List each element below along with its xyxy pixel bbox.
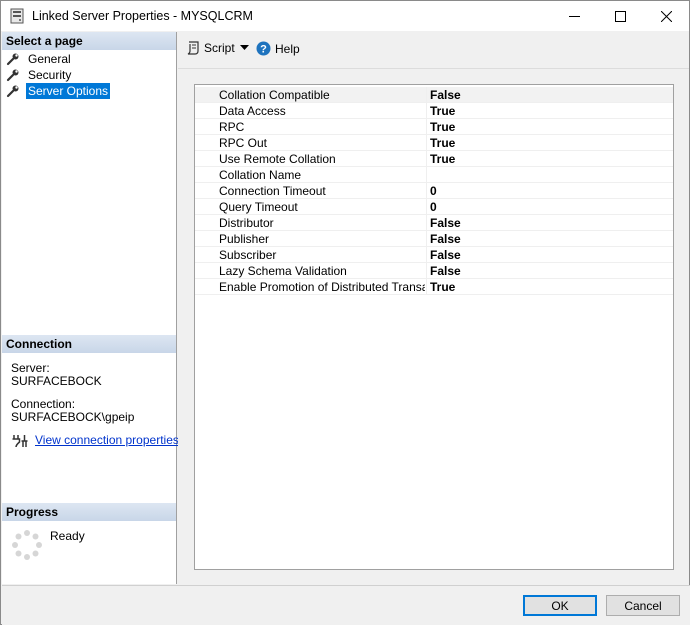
property-name: Publisher xyxy=(219,232,270,246)
property-value: True xyxy=(430,104,456,118)
property-name: Use Remote Collation xyxy=(219,152,336,166)
property-row-use-remote-collation[interactable]: Use Remote Collation True xyxy=(195,151,673,167)
property-grid: Collation Compatible False Data Access T… xyxy=(194,84,674,570)
property-value: False xyxy=(430,216,461,230)
property-value: True xyxy=(430,152,456,166)
column-divider xyxy=(426,87,427,103)
column-divider xyxy=(426,263,427,279)
property-value: True xyxy=(430,280,456,294)
property-name: RPC xyxy=(219,120,245,134)
column-divider xyxy=(426,279,427,295)
column-divider xyxy=(426,151,427,167)
property-value: False xyxy=(430,88,461,102)
title-bar: Linked Server Properties - MYSQLCRM xyxy=(1,1,689,31)
sidebar-item-label: General xyxy=(28,52,71,66)
property-value: True xyxy=(430,120,456,134)
property-value: False xyxy=(430,232,461,246)
property-name: Data Access xyxy=(219,104,286,118)
property-row-collation-compatible[interactable]: Collation Compatible False xyxy=(195,87,673,103)
left-panel: Select a page General Security Server Op… xyxy=(2,32,179,584)
column-divider xyxy=(426,231,427,247)
script-icon xyxy=(187,41,199,55)
column-divider xyxy=(426,135,427,151)
chevron-down-icon xyxy=(240,45,249,50)
wrench-icon xyxy=(6,85,19,98)
property-name: Subscriber xyxy=(219,248,277,262)
progress-header: Progress xyxy=(2,503,176,521)
ok-button[interactable]: OK xyxy=(523,595,597,616)
wrench-icon xyxy=(6,69,19,82)
column-divider xyxy=(426,215,427,231)
property-name: Collation Name xyxy=(219,168,302,182)
minimize-icon xyxy=(568,15,580,17)
maximize-icon xyxy=(614,10,626,22)
column-divider xyxy=(426,167,427,183)
script-button[interactable]: Script xyxy=(186,41,235,55)
connection-plug-icon xyxy=(12,435,28,448)
connection-label: Connection: xyxy=(11,397,76,411)
server-icon xyxy=(10,8,24,24)
property-row-rpc-out[interactable]: RPC Out True xyxy=(195,135,673,151)
wrench-icon xyxy=(6,53,19,66)
sidebar-item-server-options[interactable]: Server Options xyxy=(6,83,111,99)
server-label: Server: xyxy=(11,361,50,375)
select-page-header: Select a page xyxy=(2,32,176,50)
sidebar-item-general[interactable]: General xyxy=(6,51,73,67)
property-value: 0 xyxy=(430,200,437,214)
connection-value: SURFACEBOCK\gpeip xyxy=(11,410,135,424)
maximize-button[interactable] xyxy=(597,1,643,31)
server-value: SURFACEBOCK xyxy=(11,374,102,388)
property-row-lazy-schema-validation[interactable]: Lazy Schema Validation False xyxy=(195,263,673,279)
sidebar-item-security[interactable]: Security xyxy=(6,67,73,83)
connection-header: Connection xyxy=(2,335,176,353)
property-value: True xyxy=(430,136,456,150)
close-button[interactable] xyxy=(643,1,689,31)
property-value: 0 xyxy=(430,184,437,198)
close-icon xyxy=(660,10,672,22)
column-divider xyxy=(426,183,427,199)
dialog-window: Linked Server Properties - MYSQLCRM Sele… xyxy=(0,0,690,625)
toolbar: Script ? Help xyxy=(178,32,689,69)
property-name: Lazy Schema Validation xyxy=(219,264,347,278)
property-name: Collation Compatible xyxy=(219,88,330,102)
progress-status: Ready xyxy=(50,529,85,543)
window-title: Linked Server Properties - MYSQLCRM xyxy=(32,9,253,23)
script-label: Script xyxy=(204,41,235,55)
property-value: False xyxy=(430,248,461,262)
property-row-collation-name[interactable]: Collation Name xyxy=(195,167,673,183)
help-label: Help xyxy=(275,41,300,56)
property-row-connection-timeout[interactable]: Connection Timeout 0 xyxy=(195,183,673,199)
property-row-query-timeout[interactable]: Query Timeout 0 xyxy=(195,199,673,215)
progress-spinner-icon xyxy=(12,530,42,560)
property-name: Enable Promotion of Distributed Transact… xyxy=(219,280,425,294)
sidebar-item-label: Server Options xyxy=(26,83,111,99)
property-row-subscriber[interactable]: Subscriber False xyxy=(195,247,673,263)
view-connection-properties-link[interactable]: View connection properties xyxy=(35,433,179,447)
help-icon: ? xyxy=(256,41,271,56)
property-value: False xyxy=(430,264,461,278)
property-name: Distributor xyxy=(219,216,274,230)
property-row-distributor[interactable]: Distributor False xyxy=(195,215,673,231)
column-divider xyxy=(426,119,427,135)
column-divider xyxy=(426,247,427,263)
property-row-publisher[interactable]: Publisher False xyxy=(195,231,673,247)
property-name: RPC Out xyxy=(219,136,268,150)
property-row-enable-promotion[interactable]: Enable Promotion of Distributed Transact… xyxy=(195,279,673,295)
sidebar-item-label: Security xyxy=(28,68,72,82)
property-row-rpc[interactable]: RPC True xyxy=(195,119,673,135)
svg-text:?: ? xyxy=(260,44,267,56)
script-dropdown-button[interactable] xyxy=(240,45,249,51)
cancel-button[interactable]: Cancel xyxy=(606,595,680,616)
property-name: Connection Timeout xyxy=(219,184,326,198)
minimize-button[interactable] xyxy=(551,1,597,31)
column-divider xyxy=(426,103,427,119)
property-row-data-access[interactable]: Data Access True xyxy=(195,103,673,119)
column-divider xyxy=(426,199,427,215)
property-name: Query Timeout xyxy=(219,200,298,214)
help-button[interactable]: ? Help xyxy=(256,41,300,56)
